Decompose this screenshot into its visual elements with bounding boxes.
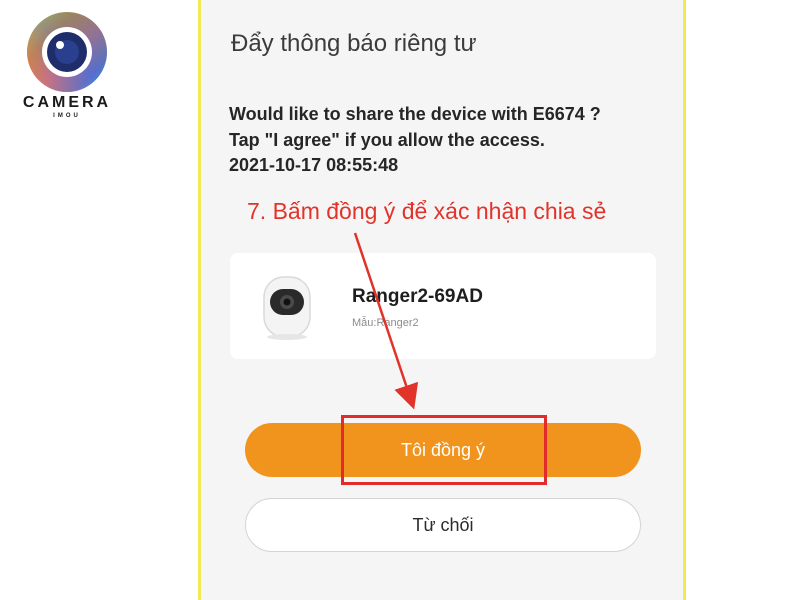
- request-timestamp: 2021-10-17 08:55:48: [229, 155, 399, 175]
- device-card: Ranger2-69AD Mẫu:Ranger2: [230, 253, 656, 359]
- share-instruction-message: Tap "I agree" if you allow the access.: [229, 130, 545, 150]
- decline-button[interactable]: Từ chối: [245, 498, 641, 552]
- device-name: Ranger2-69AD: [352, 286, 483, 307]
- camera-device-icon: [263, 276, 311, 340]
- phone-screen: Đẩy thông báo riêng tư Would like to sha…: [198, 0, 686, 600]
- highlight-box: [341, 415, 547, 485]
- share-request-message: Would like to share the device with E667…: [229, 104, 601, 124]
- tutorial-annotation: 7. Bấm đồng ý để xác nhận chia sẻ: [247, 198, 607, 224]
- brand-title: CAMERA: [22, 94, 112, 111]
- camera-logo-icon: [27, 12, 107, 92]
- device-model: Mẫu:Ranger2: [352, 317, 419, 329]
- page-title: Đẩy thông báo riêng tư: [231, 30, 477, 57]
- brand-logo: CAMERA IMOU: [12, 10, 122, 120]
- brand-subtitle: IMOU: [53, 113, 81, 119]
